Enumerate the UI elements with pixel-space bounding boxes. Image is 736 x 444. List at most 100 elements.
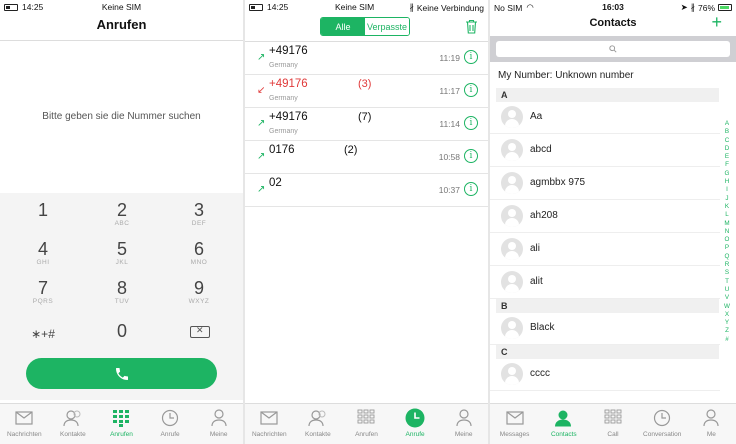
info-icon[interactable]: i <box>464 50 478 64</box>
filter-segmented-control: Alle Verpasste <box>320 17 410 36</box>
add-contact-button[interactable]: + <box>711 13 722 31</box>
tab-bar: Nachrichten Kontakte Anrufen Anrufe Mein… <box>245 403 488 444</box>
tab-bar: Messages Contacts Call Conversation Me <box>490 403 736 444</box>
call-row[interactable]: ↗ +49176 Germany 11:19 i <box>245 42 488 75</box>
contacts-icon <box>308 408 328 428</box>
alphabet-index-letter[interactable]: T <box>725 278 729 286</box>
alphabet-index-letter[interactable]: Q <box>725 253 730 261</box>
alphabet-index-letter[interactable]: E <box>725 153 729 161</box>
tab-messages[interactable]: Messages <box>490 404 539 444</box>
key-6[interactable]: 6 MNO <box>164 240 234 266</box>
alphabet-index-letter[interactable]: C <box>725 137 730 145</box>
alphabet-index-letter[interactable]: D <box>725 145 730 153</box>
key-7[interactable]: 7 PQRS <box>8 279 78 305</box>
alphabet-index-letter[interactable]: M <box>724 220 729 228</box>
tab-conversation[interactable]: Conversation <box>638 404 687 444</box>
dialer-screen: 14:25 Keine SIM Anrufen Bitte geben sie … <box>0 0 243 444</box>
alphabet-index-letter[interactable]: N <box>725 228 730 236</box>
key-4[interactable]: 4 GHI <box>8 240 78 266</box>
segment-missed[interactable]: Verpasste <box>365 18 409 35</box>
key-2[interactable]: 2 ABC <box>87 201 157 227</box>
tab-meine[interactable]: Meine <box>194 404 243 444</box>
key-3[interactable]: 3 DEF <box>164 201 234 227</box>
alphabet-index-letter[interactable]: U <box>725 286 730 294</box>
tab-bar: Nachrichten Kontakte Anrufen Anrufe Mein… <box>0 403 243 444</box>
call-row[interactable]: ↗ 0176 (2) 10:58 i <box>245 141 488 174</box>
alphabet-index-letter[interactable]: X <box>725 311 729 319</box>
tab-anrufen[interactable]: Anrufen <box>97 404 146 444</box>
alphabet-index-letter[interactable]: R <box>725 261 730 269</box>
tab-me[interactable]: Me <box>687 404 736 444</box>
list-item[interactable]: alit <box>490 266 720 299</box>
missed-arrow-icon: ↙ <box>257 85 266 96</box>
tab-anrufe[interactable]: Anrufe <box>146 404 195 444</box>
tab-nachrichten[interactable]: Nachrichten <box>0 404 49 444</box>
clock-icon <box>160 408 180 428</box>
segment-all[interactable]: Alle <box>321 18 365 35</box>
call-row[interactable]: ↙ +49176 (3) Germany 11:17 i <box>245 75 488 108</box>
person-icon <box>701 408 721 428</box>
list-item[interactable]: abcd <box>490 134 720 167</box>
envelope-icon <box>505 408 525 428</box>
info-icon[interactable]: i <box>464 149 478 163</box>
backspace-icon[interactable] <box>190 325 210 338</box>
alphabet-index-letter[interactable]: P <box>725 244 729 252</box>
tab-call[interactable]: Call <box>588 404 637 444</box>
alphabet-index-letter[interactable]: Z <box>725 327 729 335</box>
tab-kontakte[interactable]: Kontakte <box>49 404 98 444</box>
call-row[interactable]: ↗ 02 10:37 i <box>245 174 488 207</box>
person-icon <box>209 408 229 428</box>
alphabet-index-letter[interactable]: G <box>725 170 730 178</box>
person-icon <box>454 408 474 428</box>
list-item[interactable]: Black <box>490 312 720 345</box>
key-9[interactable]: 9 WXYZ <box>164 279 234 305</box>
outgoing-arrow-icon: ↗ <box>257 184 266 195</box>
key-8[interactable]: 8 TUV <box>87 279 157 305</box>
list-item[interactable]: ah208 <box>490 200 720 233</box>
list-item[interactable]: agmbbx 975 <box>490 167 720 200</box>
phone-icon <box>115 367 128 380</box>
tab-anrufen[interactable]: Anrufen <box>342 404 391 444</box>
info-icon[interactable]: i <box>464 182 478 196</box>
alphabet-index-letter[interactable]: B <box>725 128 729 136</box>
avatar <box>501 271 523 293</box>
tab-kontakte[interactable]: Kontakte <box>294 404 343 444</box>
alphabet-index-letter[interactable]: # <box>725 336 729 344</box>
alphabet-index-letter[interactable]: I <box>726 186 728 194</box>
key-0[interactable]: 0 <box>87 322 157 340</box>
info-icon[interactable]: i <box>464 116 478 130</box>
alphabet-index-letter[interactable]: L <box>725 211 729 219</box>
alphabet-index-letter[interactable]: K <box>725 203 729 211</box>
alphabet-index-letter[interactable]: Y <box>725 319 729 327</box>
section-header: B <box>496 299 719 313</box>
search-input[interactable] <box>496 41 730 57</box>
dialpad-icon <box>356 408 376 428</box>
alphabet-index-letter[interactable]: J <box>725 195 728 203</box>
tab-contacts[interactable]: Contacts <box>539 404 588 444</box>
trash-icon[interactable] <box>465 19 478 39</box>
avatar <box>501 238 523 260</box>
alphabet-index-letter[interactable]: O <box>725 236 730 244</box>
key-5[interactable]: 5 JKL <box>87 240 157 266</box>
alphabet-index-letter[interactable]: H <box>725 178 730 186</box>
key-star-plus-hash[interactable]: ∗+# <box>8 325 78 343</box>
list-item[interactable]: cccc <box>490 358 720 391</box>
alphabet-index-letter[interactable]: F <box>725 161 729 169</box>
alphabet-index-letter[interactable]: V <box>725 294 729 302</box>
call-button[interactable] <box>26 358 217 389</box>
alphabet-index-letter[interactable]: A <box>725 120 729 128</box>
call-row[interactable]: ↗ +49176 (7) Germany 11:14 i <box>245 108 488 141</box>
key-1[interactable]: 1 <box>8 201 78 220</box>
alphabet-index[interactable]: A B C D E F G H I J K L M N O P Q R S T U V W X Y Z # <box>722 120 732 344</box>
tab-meine[interactable]: Meine <box>439 404 488 444</box>
envelope-icon <box>14 408 34 428</box>
alphabet-index-letter[interactable]: S <box>725 269 729 277</box>
tab-nachrichten[interactable]: Nachrichten <box>245 404 294 444</box>
status-carrier: Keine SIM <box>101 2 142 12</box>
info-icon[interactable]: i <box>464 83 478 97</box>
status-connection: Keine Verbindung <box>416 2 484 13</box>
alphabet-index-letter[interactable]: W <box>724 303 730 311</box>
list-item[interactable]: Aa <box>490 101 720 134</box>
list-item[interactable]: ali <box>490 233 720 266</box>
tab-anrufe[interactable]: Anrufe <box>391 404 440 444</box>
